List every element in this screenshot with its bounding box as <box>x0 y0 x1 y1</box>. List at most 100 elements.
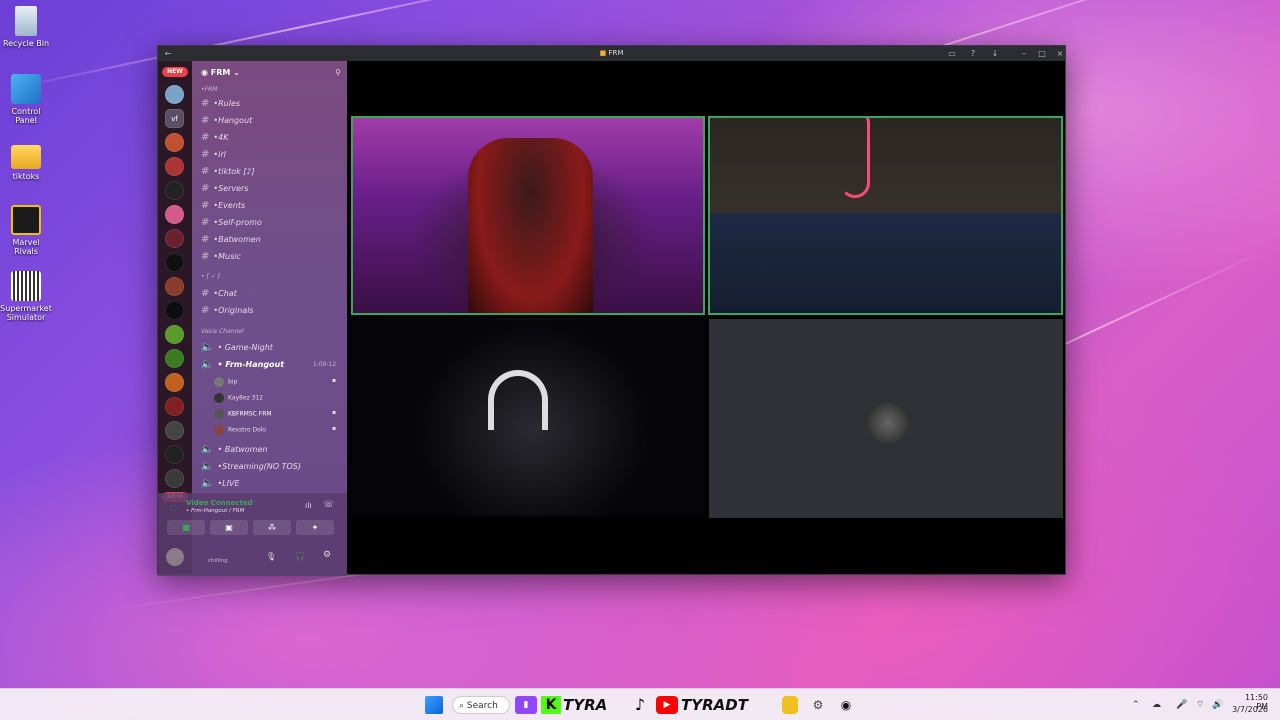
clock-date[interactable]: 3/7/2026 <box>1232 705 1268 714</box>
chevron-up-icon[interactable]: ⌃ <box>1132 696 1140 714</box>
recycle-bin-icon <box>15 6 37 36</box>
voice-channel-batwomen[interactable]: 🔈 • Batwomen <box>201 444 267 455</box>
server-icon[interactable] <box>165 373 184 392</box>
brand-text-tyra: TYRA <box>563 696 608 714</box>
speaker-icon: 🔈 <box>201 478 214 489</box>
disconnect-icon[interactable]: ☏ <box>323 500 334 510</box>
video-tile-speaking-1[interactable] <box>351 116 705 315</box>
channel-rules[interactable]: # •Rules <box>201 98 240 109</box>
speaker-icon: 🔈 <box>201 444 214 455</box>
desktop-icon-label: Supermarket Simulator <box>0 304 52 322</box>
desktop-icon-supermarket-simulator[interactable]: Supermarket Simulator <box>0 271 52 322</box>
server-icon[interactable] <box>165 349 184 368</box>
channel-irl[interactable]: # •irl <box>201 149 226 160</box>
wifi-icon[interactable]: ⌔ <box>1196 696 1204 714</box>
settings-taskbar-icon[interactable]: ⚙ <box>810 696 826 714</box>
video-tile-3[interactable] <box>351 318 705 517</box>
voice-status: Video Connected <box>186 499 253 507</box>
desktop-icon-control-panel[interactable]: Control Panel <box>0 74 52 125</box>
voice-channel-path[interactable]: • Frm-Hangout / FRM <box>186 508 244 514</box>
server-icon[interactable] <box>165 301 184 320</box>
voice-user[interactable]: bip <box>214 377 237 387</box>
noise-suppression-icon[interactable]: ılı <box>305 501 312 510</box>
microphone-icon[interactable]: 🎙 <box>266 552 276 561</box>
voice-user[interactable]: Rexstro Dolo <box>214 425 266 435</box>
server-name[interactable]: ◉ FRM ⌄ <box>201 68 240 77</box>
voice-user[interactable]: KBFRMSC FRM <box>214 409 272 419</box>
neon-light <box>840 118 870 198</box>
channel-servers[interactable]: # •Servers <box>201 183 249 194</box>
camera-button[interactable]: ■ <box>167 520 205 535</box>
obs-icon[interactable]: ◉ <box>838 696 854 714</box>
server-icon[interactable] <box>165 277 184 296</box>
voice-category[interactable]: Voice Channel <box>201 328 244 335</box>
download-icon[interactable]: ↓ <box>988 48 1002 59</box>
screen-share-button[interactable]: ▣ <box>210 520 248 535</box>
soundboard-button[interactable]: ✦ <box>296 520 334 535</box>
camera-icon: ▪ <box>332 425 337 432</box>
server-icon[interactable] <box>165 157 184 176</box>
mic-tray-icon[interactable]: 🎤 <box>1176 696 1187 714</box>
help-icon[interactable]: ? <box>966 48 980 59</box>
category-frm[interactable]: •FRM <box>201 86 217 93</box>
kick-icon[interactable]: K <box>541 696 561 714</box>
control-panel-icon <box>11 74 41 104</box>
discord-taskbar-icon[interactable] <box>782 696 798 714</box>
channel-hangout[interactable]: # •Hangout <box>201 115 252 126</box>
desktop-icon-recycle-bin[interactable]: Recycle Bin <box>0 6 52 48</box>
voice-connection-panel: ◌ Video Connected • Frm-Hangout / FRM ıl… <box>158 493 347 576</box>
channel-self-promo[interactable]: # •Self-promo <box>201 217 262 228</box>
user-avatar[interactable] <box>166 548 184 566</box>
video-feed <box>468 138 593 313</box>
youtube-icon[interactable]: ▶ <box>656 696 678 714</box>
maximize-icon[interactable]: □ <box>1035 48 1049 59</box>
server-icon[interactable] <box>165 397 184 416</box>
video-tile-no-camera[interactable] <box>709 319 1063 518</box>
close-icon[interactable]: × <box>1053 48 1067 59</box>
server-icon[interactable] <box>165 469 184 488</box>
camera-icon: ▪ <box>332 377 337 384</box>
category-2[interactable]: • [ ✓ ] <box>201 273 220 280</box>
server-icon[interactable] <box>165 445 184 464</box>
channel-events[interactable]: # •Events <box>201 200 245 211</box>
network-tray-icon[interactable]: ☁ <box>1152 696 1161 714</box>
server-icon[interactable] <box>165 229 184 248</box>
channel-tiktok[interactable]: # •tiktok [♪] <box>201 166 255 177</box>
voice-channel-game-night[interactable]: 🔈 • Game-Night <box>201 342 273 353</box>
server-icon[interactable] <box>165 325 184 344</box>
avatar <box>214 393 224 403</box>
channel-4k[interactable]: # •4K <box>201 132 228 143</box>
inbox-icon[interactable]: ▭ <box>945 48 959 59</box>
voice-channel-live[interactable]: 🔈 •LIVE <box>201 478 240 489</box>
headphones-icon[interactable]: 🎧 <box>295 552 305 561</box>
desktop-icon-tiktoks[interactable]: tiktoks <box>0 142 52 181</box>
activities-button[interactable]: ⁂ <box>253 520 291 535</box>
add-member-icon[interactable]: ⚲ <box>335 68 341 77</box>
desktop-icon-label: Recycle Bin <box>2 39 50 48</box>
server-icon[interactable] <box>165 253 184 272</box>
server-icon[interactable] <box>165 205 184 224</box>
user-status-text: chilling <box>208 558 228 564</box>
taskbar-search[interactable]: ⌕ Search <box>452 696 510 714</box>
video-tile-speaking-2[interactable] <box>708 116 1063 315</box>
channel-originals[interactable]: # •Originals <box>201 305 254 316</box>
twitch-icon[interactable]: ▮ <box>515 696 537 714</box>
voice-channel-streaming[interactable]: 🔈 •Streaming(NO TOS) <box>201 461 301 472</box>
video-feed <box>710 213 1061 313</box>
server-icon-vf[interactable]: vf <box>165 109 184 128</box>
voice-user[interactable]: Kay8ez 312 <box>214 393 263 403</box>
minimize-icon[interactable]: – <box>1017 48 1031 59</box>
channel-music[interactable]: # •Music <box>201 251 241 262</box>
server-icon[interactable] <box>165 421 184 440</box>
tiktok-icon[interactable]: ♪ <box>630 696 650 714</box>
windows-start-icon[interactable] <box>425 696 443 714</box>
server-icon[interactable] <box>165 181 184 200</box>
channel-chat[interactable]: # •Chat <box>201 288 237 299</box>
volume-icon[interactable]: 🔊 <box>1212 696 1223 714</box>
voice-channel-frm-hangout[interactable]: 🔈 • Frm-Hangout <box>201 359 284 370</box>
server-icon[interactable] <box>165 133 184 152</box>
desktop-icon-marvel-rivals[interactable]: Marvel Rivals <box>0 205 52 256</box>
server-icon[interactable] <box>165 85 184 104</box>
settings-gear-icon[interactable]: ⚙ <box>323 550 331 560</box>
channel-batwomen[interactable]: # •Batwomen <box>201 234 261 245</box>
